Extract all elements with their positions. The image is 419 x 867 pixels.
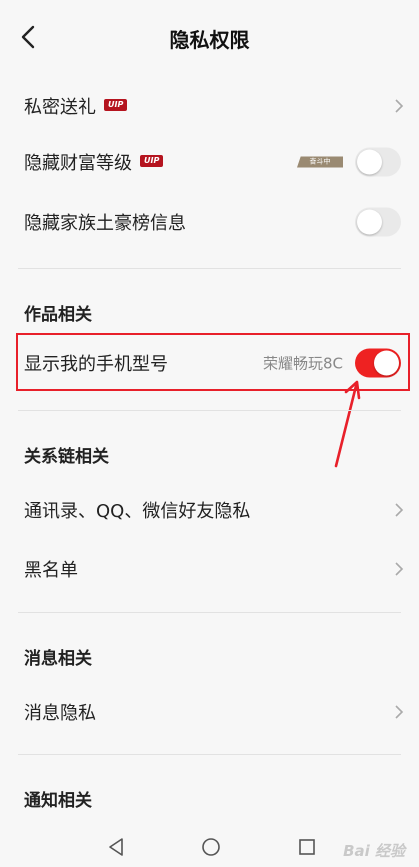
- message-privacy-row[interactable]: 消息隐私: [0, 684, 419, 740]
- message-privacy-label: 消息隐私: [24, 703, 96, 724]
- system-nav-bar: Bai 经验: [0, 827, 419, 867]
- vip-badge: UIP: [104, 99, 128, 111]
- blacklist-row[interactable]: 黑名单: [0, 541, 419, 597]
- page-title: 隐私权限: [169, 28, 250, 52]
- hide-family-label: 隐藏家族土豪榜信息: [24, 213, 186, 234]
- hide-wealth-row: 隐藏财富等级 UIP 奋斗中: [0, 134, 419, 190]
- nav-back-icon[interactable]: [106, 837, 126, 857]
- blacklist-label: 黑名单: [24, 560, 78, 581]
- contacts-privacy-label: 通讯录、QQ、微信好友隐私: [24, 501, 251, 522]
- hide-family-row: 隐藏家族土豪榜信息: [0, 194, 419, 250]
- header-bar: 隐私权限: [0, 0, 419, 72]
- hide-family-toggle[interactable]: [355, 207, 401, 237]
- divider: [18, 410, 401, 411]
- toggle-knob: [357, 209, 382, 235]
- nav-recents-icon[interactable]: [297, 837, 317, 857]
- private-gift-row[interactable]: 私密送礼 UIP: [0, 78, 419, 134]
- section-notify: 通知相关: [24, 791, 92, 811]
- divider: [18, 754, 401, 755]
- section-works: 作品相关: [24, 305, 92, 325]
- section-relation: 关系链相关: [24, 447, 109, 467]
- private-gift-label: 私密送礼: [24, 97, 96, 118]
- chevron-right-icon: [395, 705, 404, 719]
- annotation-arrow-icon: [334, 380, 361, 468]
- chevron-right-icon: [395, 562, 404, 576]
- divider: [18, 612, 401, 613]
- chevron-right-icon: [395, 503, 404, 517]
- section-message: 消息相关: [24, 649, 92, 669]
- watermark: Bai 经验: [343, 842, 405, 860]
- divider: [18, 268, 401, 269]
- hide-wealth-toggle[interactable]: [355, 147, 401, 177]
- hide-wealth-label: 隐藏财富等级: [24, 153, 132, 174]
- vip-badge: UIP: [140, 155, 164, 167]
- contacts-privacy-row[interactable]: 通讯录、QQ、微信好友隐私: [0, 482, 419, 538]
- chevron-right-icon: [395, 99, 404, 113]
- rank-tag: 奋斗中: [297, 156, 343, 168]
- toggle-knob: [357, 149, 382, 175]
- nav-home-icon[interactable]: [201, 837, 221, 857]
